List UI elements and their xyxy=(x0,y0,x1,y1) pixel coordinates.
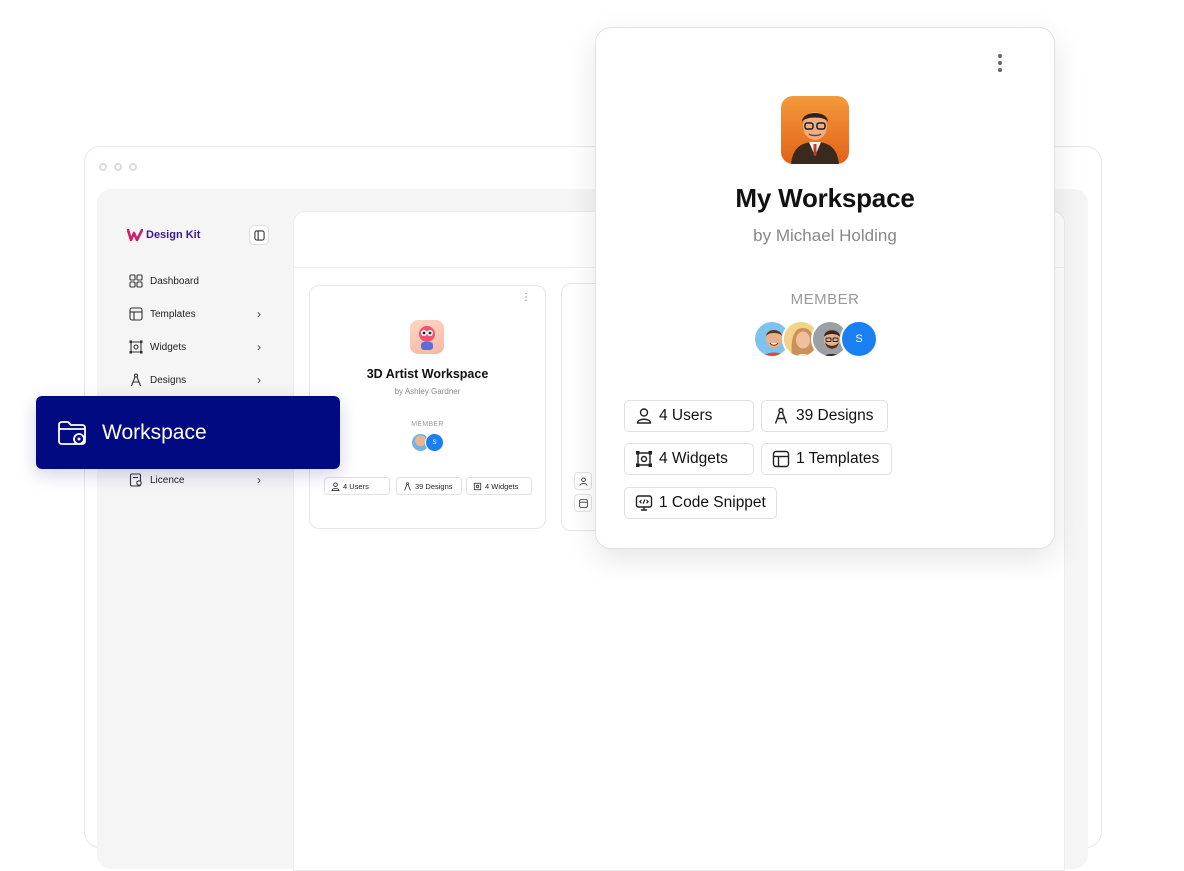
workspace-avatar xyxy=(781,96,849,164)
brand-name: Design Kit xyxy=(146,229,201,241)
compass-icon xyxy=(129,373,143,387)
template-icon xyxy=(129,307,143,321)
sidebar-item-label: Designs xyxy=(150,374,187,386)
sidebar-item-label: Dashboard xyxy=(150,275,199,287)
sidebar-toggle-icon xyxy=(253,229,265,241)
chevron-right-icon: › xyxy=(257,340,261,354)
window-dot[interactable] xyxy=(114,163,122,171)
designs-chip[interactable]: 39 Designs xyxy=(761,400,888,432)
member-label: MEMBER xyxy=(411,421,444,428)
widget-icon xyxy=(473,482,482,490)
avatar[interactable]: S xyxy=(425,433,444,452)
grid-icon xyxy=(129,274,143,288)
chip-label: 4 Widgets xyxy=(485,481,519,491)
sidebar: Design Kit Dashboard Templates › Widgets… xyxy=(97,189,293,869)
workspace-owner: by Michael Holding xyxy=(753,226,897,245)
user-icon xyxy=(331,481,340,491)
users-chip[interactable]: 4 Users xyxy=(624,400,754,432)
brand-logo[interactable]: Design Kit xyxy=(127,229,200,241)
workspace-owner: by Ashley Gardner xyxy=(394,387,461,396)
sidebar-item-licence[interactable]: Licence › xyxy=(129,473,261,487)
chip-label: 1 Templates xyxy=(796,450,880,467)
template-icon xyxy=(772,450,790,468)
sidebar-item-designs[interactable]: Designs › xyxy=(129,373,261,387)
chip-label: 4 Widgets xyxy=(659,450,728,467)
workspace-title: 3D Artist Workspace xyxy=(366,367,489,381)
user-icon xyxy=(635,407,653,425)
licence-icon xyxy=(129,473,143,487)
sidebar-item-label: Widgets xyxy=(150,341,187,353)
window-controls xyxy=(99,163,137,171)
sidebar-item-dashboard[interactable]: Dashboard xyxy=(129,274,261,288)
sidebar-item-label: Templates xyxy=(150,308,196,320)
templates-chip[interactable] xyxy=(574,494,592,512)
chip-label: 1 Code Snippet xyxy=(659,494,766,511)
users-chip[interactable]: 4 Users xyxy=(324,477,390,495)
window-dot[interactable] xyxy=(129,163,137,171)
member-label: MEMBER xyxy=(790,291,860,308)
workspace-nav-label: Workspace xyxy=(102,420,207,444)
avatar[interactable]: S xyxy=(840,320,878,358)
chip-label: 39 Designs xyxy=(796,407,874,424)
compass-icon xyxy=(404,481,411,491)
sidebar-item-templates[interactable]: Templates › xyxy=(129,307,261,321)
sidebar-item-widgets[interactable]: Widgets › xyxy=(129,340,261,354)
designs-chip[interactable]: 39 Designs xyxy=(396,477,462,495)
chevron-right-icon: › xyxy=(257,373,261,387)
chip-label: 4 Users xyxy=(659,407,713,424)
chevron-right-icon: › xyxy=(257,473,261,487)
code-snippet-chip[interactable]: 1 Code Snippet xyxy=(624,487,777,519)
sidebar-toggle-button[interactable] xyxy=(249,225,269,245)
code-monitor-icon xyxy=(635,494,653,512)
folder-icon xyxy=(56,417,88,449)
member-avatars: S xyxy=(411,433,444,452)
sidebar-item-label: Licence xyxy=(150,474,185,486)
user-icon xyxy=(578,476,588,486)
users-chip[interactable] xyxy=(574,472,592,490)
widget-icon xyxy=(129,340,143,354)
logo-icon xyxy=(127,229,143,241)
window-dot[interactable] xyxy=(99,163,107,171)
workspace-title: My Workspace xyxy=(735,183,915,213)
member-avatars: S xyxy=(753,320,878,358)
chevron-right-icon: › xyxy=(257,307,261,321)
more-options-icon[interactable] xyxy=(990,52,1010,74)
chip-label: 4 Users xyxy=(343,481,369,491)
template-icon xyxy=(578,498,588,508)
widget-icon xyxy=(635,450,653,468)
compass-icon xyxy=(772,407,790,425)
sidebar-item-workspace[interactable]: Workspace xyxy=(36,396,340,469)
workspace-avatar xyxy=(410,320,444,354)
more-options-icon[interactable]: ⋮ xyxy=(521,293,531,303)
chip-label: 39 Designs xyxy=(415,481,453,491)
workspace-card[interactable]: ⋮ 3D Artist Workspace by Ashley Gardner … xyxy=(309,285,546,529)
workspace-detail-card[interactable]: My Workspace by Michael Holding MEMBER S… xyxy=(595,27,1055,549)
widgets-chip[interactable]: 4 Widgets xyxy=(466,477,532,495)
widgets-chip[interactable]: 4 Widgets xyxy=(624,443,754,475)
templates-chip[interactable]: 1 Templates xyxy=(761,443,892,475)
